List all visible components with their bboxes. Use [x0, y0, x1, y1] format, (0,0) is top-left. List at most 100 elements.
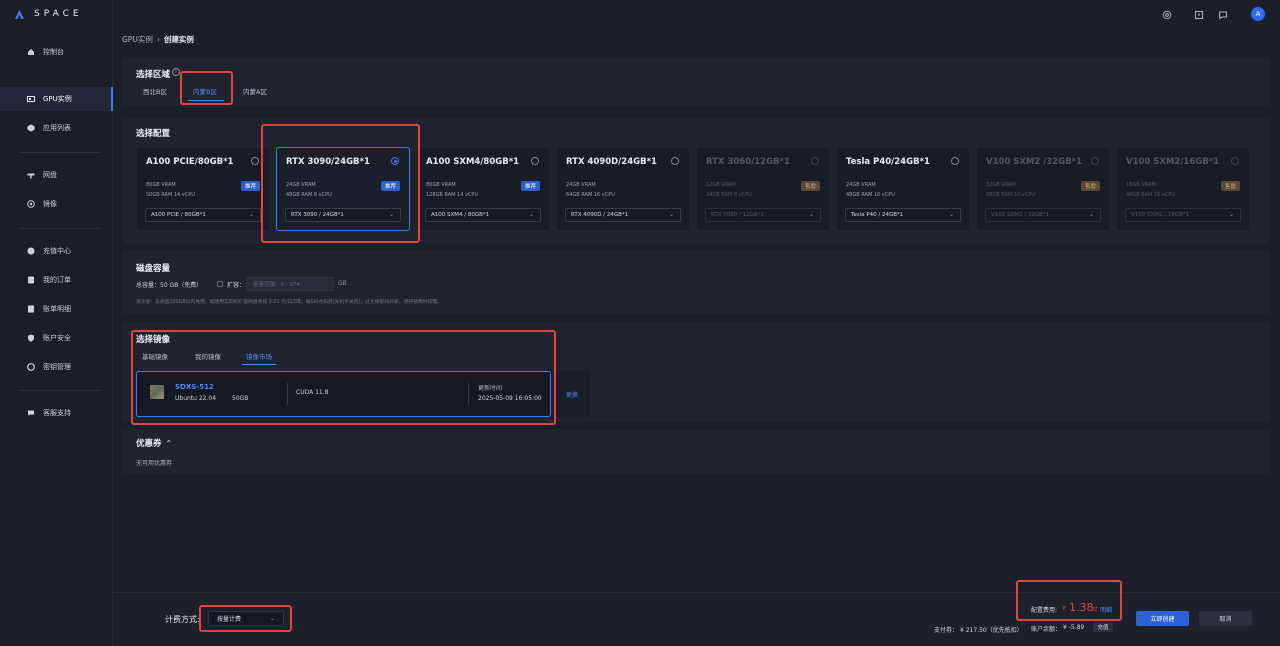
billing-label: 计费方式:	[165, 615, 200, 624]
gpu-count-select-value: RTX 3090 / 24GB*1	[291, 212, 344, 218]
order-icon	[27, 276, 35, 284]
gpu-card-ram-cpu: 48GB RAM 10 vCPU	[846, 192, 895, 198]
change-image-button[interactable]: 更换	[566, 390, 578, 399]
billing-method-select[interactable]: 按量计费 ⌄	[208, 611, 284, 626]
gpu-card-vram: 12GB VRAM	[706, 182, 736, 188]
image-os: Ubuntu 22.04	[175, 395, 217, 402]
key-icon	[27, 363, 35, 371]
coupon-title-text: 优惠券	[136, 439, 162, 449]
recharge-button[interactable]: 充值	[1093, 622, 1113, 632]
image-cuda: CUDA 11.8	[296, 389, 329, 396]
gpu-count-select[interactable]: RTX 4090D / 24GB*1 ⌄	[565, 208, 681, 222]
gpu-card-radio[interactable]	[671, 157, 679, 165]
sidebar-item-bill-details[interactable]: 账单明细	[0, 297, 113, 321]
gpu-card-v100-16gb: V100 SXM2/16GB*1 16GB VRAM 48GB RAM 16 v…	[1116, 147, 1250, 231]
gpu-card-a100-pcie[interactable]: A100 PCIE/80GB*1 80GB VRAM 50GB RAM 14 v…	[136, 147, 270, 231]
sidebar-item-network-disk[interactable]: 网盘	[0, 163, 113, 187]
sidebar-item-account-security[interactable]: 账户安全	[0, 326, 113, 350]
create-button[interactable]: 立即创建	[1136, 611, 1189, 626]
sidebar-item-recharge[interactable]: 充值中心	[0, 239, 113, 263]
sidebar-item-label: 账户安全	[43, 334, 71, 342]
gpu-card-radio[interactable]	[951, 157, 959, 165]
logo-icon	[15, 9, 24, 19]
sold-out-badge: 售罄	[1220, 181, 1240, 191]
gpu-card-name: V100 SXM2 /32GB*1	[986, 157, 1083, 167]
gpu-card-vram: 16GB VRAM	[1126, 182, 1156, 188]
sidebar-item-label: 网盘	[43, 171, 57, 179]
gpu-count-select-value: RTX 4090D / 24GB*1	[571, 212, 629, 218]
chevron-down-icon: ⌄	[668, 211, 674, 218]
gpu-card-radio	[1091, 157, 1099, 165]
gpu-card-name: V100 SXM2/16GB*1	[1126, 157, 1220, 167]
gpu-card-rtx3090[interactable]: RTX 3090/24GB*1 24GB VRAM 48GB RAM 8 vCP…	[276, 147, 410, 231]
breadcrumb: GPU实例 › 创建实例	[122, 34, 194, 45]
gpu-card-name: Tesla P40/24GB*1	[846, 157, 930, 167]
gpu-card-radio[interactable]	[391, 157, 399, 165]
tab-my-image[interactable]: 我的镜像	[195, 351, 221, 361]
gpu-count-select[interactable]: Tesla P40 / 24GB*1 ⌄	[845, 208, 961, 222]
breadcrumb-parent[interactable]: GPU实例	[122, 34, 153, 45]
tab-region-neimeng-a[interactable]: 内蒙A区	[243, 86, 267, 96]
gpu-count-select-value: RTX 3060 / 12GB*1	[711, 212, 764, 218]
gpu-count-select-value: V100 SXM2 / 32GB*1	[991, 212, 1050, 218]
breadcrumb-current: 创建实例	[163, 35, 194, 44]
active-tab-indicator	[242, 364, 276, 365]
sidebar-item-gpu-instance[interactable]: GPU实例	[0, 87, 113, 111]
gpu-card-radio[interactable]	[251, 157, 259, 165]
settings-icon[interactable]	[1161, 9, 1172, 20]
gpu-card-ram-cpu: 88GB RAM 10 vCPU	[986, 192, 1035, 198]
gpu-card-a100-sxm4[interactable]: A100 SXM4/80GB*1 80GB VRAM 128GB RAM 14 …	[416, 147, 550, 231]
sidebar-item-label: 我的订单	[43, 276, 71, 284]
gpu-card-radio[interactable]	[531, 157, 539, 165]
sidebar-item-key-management[interactable]: 密钥管理	[0, 355, 113, 379]
billing-method-value: 按量计费	[217, 616, 242, 623]
cost-currency: ¥	[1062, 605, 1066, 612]
sidebar-item-support[interactable]: 客服支持	[0, 401, 113, 425]
divider	[468, 383, 469, 405]
bill-icon	[27, 305, 35, 313]
tab-base-image[interactable]: 基础镜像	[142, 351, 168, 361]
sidebar-item-my-orders[interactable]: 我的订单	[0, 268, 113, 292]
gpu-count-select[interactable]: A100 SXM4 / 80GB*1 ⌄	[425, 208, 541, 222]
box-icon	[27, 124, 35, 132]
disk-expand-input[interactable]: 容量范围：0 - 974	[246, 277, 334, 291]
info-icon[interactable]: i	[172, 68, 180, 76]
sidebar-item-console[interactable]: 控制台	[0, 40, 113, 64]
tab-region-xibei-b[interactable]: 西北B区	[143, 86, 167, 96]
chevron-down-icon: ⌄	[1088, 211, 1094, 218]
gpu-card-vram: 24GB VRAM	[846, 182, 876, 188]
gpu-card-ram-cpu: 48GB RAM 8 vCPU	[286, 192, 332, 198]
gpu-card-name: RTX 4090D/24GB*1	[566, 157, 657, 167]
gpu-count-select[interactable]: A100 PCIE / 80GB*1 ⌄	[145, 208, 261, 222]
chevron-up-icon: ⌃	[165, 439, 173, 448]
gpu-count-select-value: A100 PCIE / 80GB*1	[151, 212, 206, 218]
avatar[interactable]: A	[1251, 7, 1265, 21]
document-icon[interactable]	[1193, 9, 1204, 20]
gpu-count-select[interactable]: RTX 3090 / 24GB*1 ⌄	[285, 208, 401, 222]
message-icon[interactable]	[1217, 9, 1228, 20]
tab-region-neimeng-b[interactable]: 内蒙B区	[193, 86, 217, 96]
gpu-card-rtx4090d[interactable]: RTX 4090D/24GB*1 24GB VRAM 64GB RAM 16 v…	[556, 147, 690, 231]
coupon-panel	[122, 429, 1270, 475]
sidebar-divider	[20, 390, 100, 391]
recommend-badge: 推荐	[380, 181, 400, 191]
coupon-title[interactable]: 优惠券 ⌃	[136, 437, 172, 449]
cost-detail-link[interactable]: 明细	[1100, 605, 1112, 614]
gpu-card-radio	[811, 157, 819, 165]
region-panel	[122, 57, 1270, 107]
tab-image-market[interactable]: 镜像市场	[246, 351, 272, 361]
sidebar-item-app-list[interactable]: 应用列表	[0, 116, 113, 140]
sidebar: SPACE 控制台 GPU实例 应用列表 网盘 镜像 充值中心 我的订单 账单明…	[0, 0, 113, 646]
expand-checkbox[interactable]	[217, 281, 223, 287]
gpu-icon	[27, 95, 35, 103]
image-name[interactable]: SDXS-512	[175, 383, 214, 391]
gpu-card-tesla-p40[interactable]: Tesla P40/24GB*1 24GB VRAM 48GB RAM 10 v…	[836, 147, 970, 231]
selected-image-card[interactable]	[136, 371, 551, 417]
logo[interactable]: SPACE	[15, 9, 83, 19]
image-size: 50GB	[232, 395, 249, 402]
cancel-button[interactable]: 取消	[1199, 611, 1252, 626]
cost-unit: /时	[1091, 607, 1098, 613]
chevron-down-icon: ⌄	[528, 211, 534, 218]
chevron-down-icon: ⌄	[1228, 211, 1234, 218]
sidebar-item-image[interactable]: 镜像	[0, 192, 113, 216]
